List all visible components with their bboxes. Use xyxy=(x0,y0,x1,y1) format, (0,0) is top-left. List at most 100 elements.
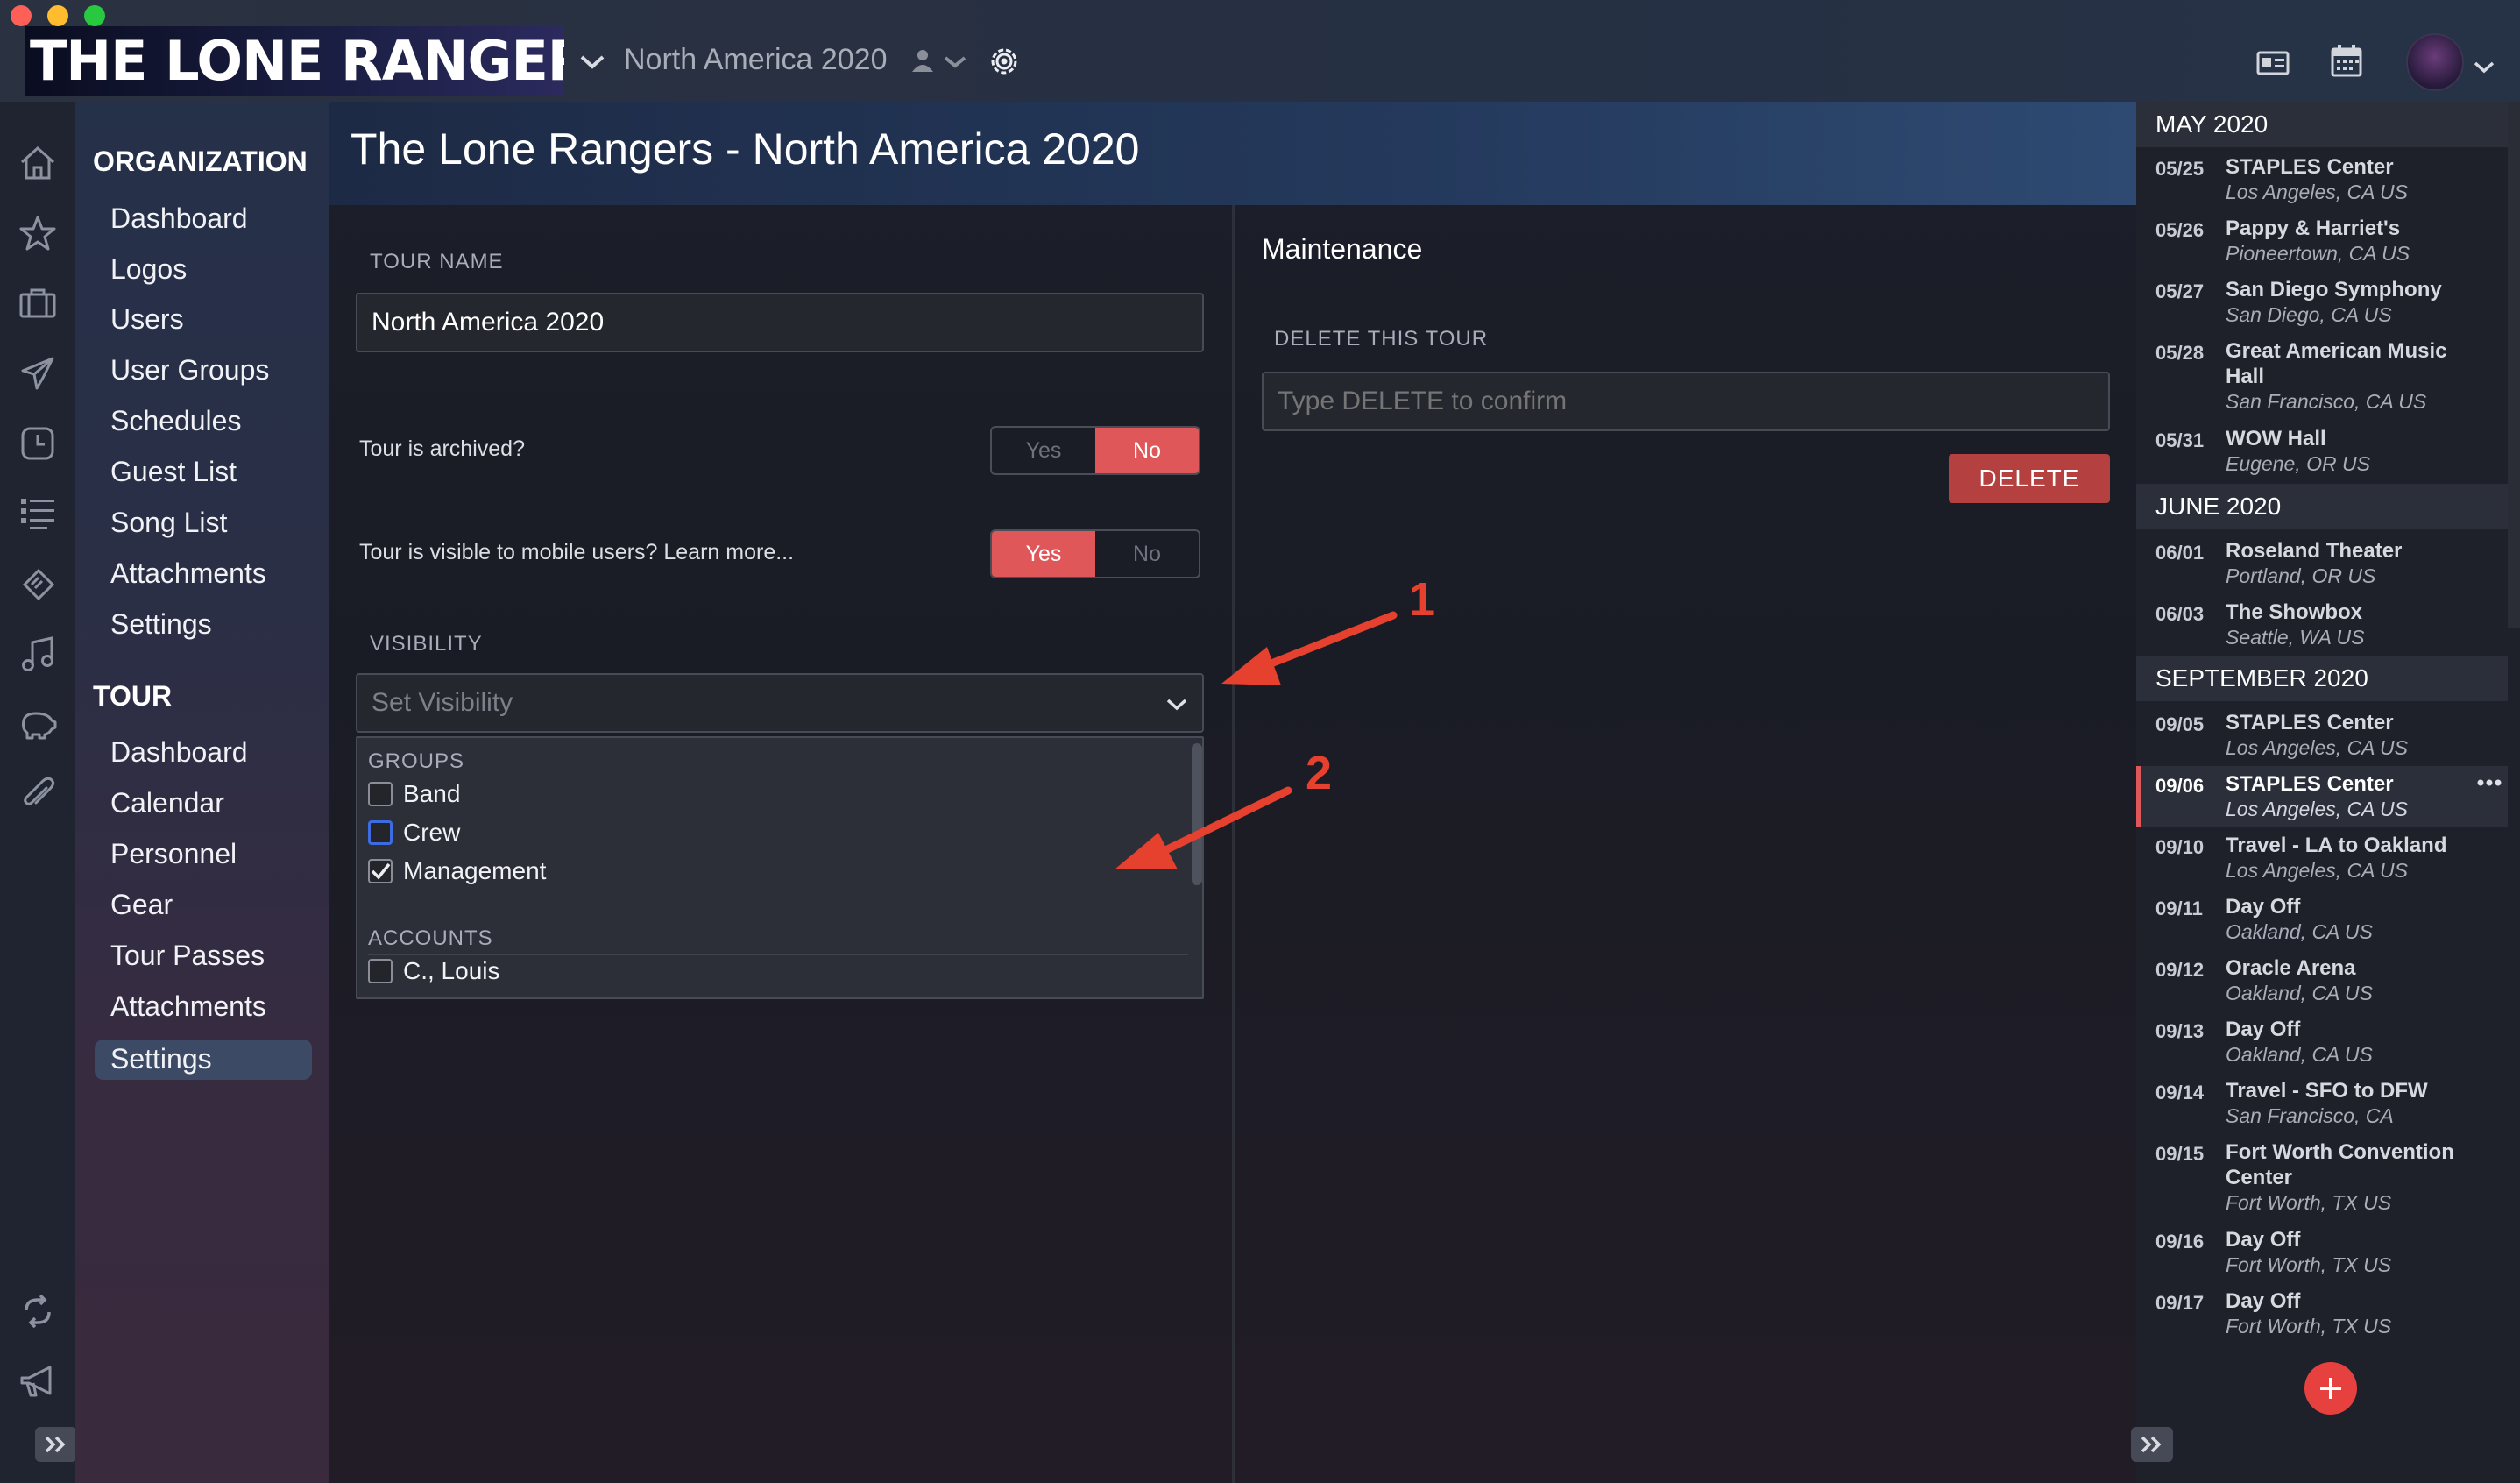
nav-org-settings[interactable]: Settings xyxy=(110,607,212,642)
event-location: Los Angeles, CA US xyxy=(2226,181,2408,203)
schedule-event[interactable]: 05/25 STAPLES Center Los Angeles, CA US xyxy=(2136,154,2508,216)
archived-question: Tour is archived? xyxy=(359,436,525,461)
gear-icon[interactable] xyxy=(985,42,1023,81)
nav-tour-gear[interactable]: Gear xyxy=(110,887,173,922)
schedule-event[interactable]: 06/03 The Showbox Seattle, WA US xyxy=(2136,600,2508,661)
archived-no-option[interactable]: No xyxy=(1095,428,1199,473)
schedule-event[interactable]: 09/14 Travel - SFO to DFW San Francisco,… xyxy=(2136,1078,2508,1139)
org-heading: ORGANIZATION xyxy=(93,145,308,177)
annotation-arrow-2 xyxy=(1115,786,1292,869)
sync-icon[interactable] xyxy=(16,1290,60,1332)
piggy-bank-icon[interactable] xyxy=(16,703,60,745)
schedule-event[interactable]: 09/05 STAPLES Center Los Angeles, CA US xyxy=(2136,710,2508,771)
music-icon[interactable] xyxy=(16,633,60,675)
schedule-event[interactable]: 09/12 Oracle Arena Oakland, CA US xyxy=(2136,955,2508,1017)
chevron-down-icon[interactable] xyxy=(939,49,971,75)
maximize-window-button[interactable] xyxy=(84,5,105,26)
more-icon[interactable] xyxy=(2476,778,2502,787)
chevron-down-icon[interactable] xyxy=(575,47,610,77)
schedule-event[interactable]: 09/10 Travel - LA to Oakland Los Angeles… xyxy=(2136,833,2508,894)
tour-selector[interactable]: North America 2020 xyxy=(624,40,888,79)
ticket-icon[interactable] xyxy=(16,563,60,605)
group-option-crew[interactable]: Crew xyxy=(368,819,460,847)
account-option-c-louis[interactable]: C., Louis xyxy=(368,957,500,985)
crew-checkbox[interactable] xyxy=(368,820,393,845)
schedule-event[interactable]: 09/13 Day Off Oakland, CA US xyxy=(2136,1017,2508,1078)
event-location: Los Angeles, CA US xyxy=(2226,736,2408,759)
group-option-management[interactable]: Management xyxy=(368,857,546,885)
learn-more-link[interactable]: Learn more... xyxy=(663,540,794,564)
visible-no-option[interactable]: No xyxy=(1095,531,1199,577)
c-louis-checkbox[interactable] xyxy=(368,959,393,983)
nav-tour-settings[interactable]: Settings xyxy=(110,1041,212,1076)
calendar-icon[interactable] xyxy=(2327,40,2366,81)
avatar[interactable] xyxy=(2406,33,2464,91)
schedule-event[interactable]: 05/26 Pappy & Harriet's Pioneertown, CA … xyxy=(2136,216,2508,277)
nav-org-guest-list[interactable]: Guest List xyxy=(110,454,237,489)
event-date: 09/10 xyxy=(2155,836,2205,858)
band-checkbox[interactable] xyxy=(368,782,393,806)
star-icon[interactable] xyxy=(16,212,60,254)
nav-org-user-groups[interactable]: User Groups xyxy=(110,352,269,387)
schedule-event[interactable]: 09/16 Day Off Fort Worth, TX US xyxy=(2136,1227,2508,1288)
minimize-window-button[interactable] xyxy=(47,5,68,26)
schedule-event[interactable]: 09/15 Fort Worth Convention Center Fort … xyxy=(2136,1139,2508,1227)
delete-button[interactable]: DELETE xyxy=(1949,454,2110,503)
event-location: Eugene, OR US xyxy=(2226,452,2370,475)
visible-yes-option[interactable]: Yes xyxy=(992,531,1095,577)
nav-tour-attachments[interactable]: Attachments xyxy=(110,989,266,1024)
nav-tour-dashboard[interactable]: Dashboard xyxy=(110,734,248,770)
schedule-event[interactable]: 05/28 Great American Music Hall San Fran… xyxy=(2136,338,2508,426)
event-name: Day Off xyxy=(2226,1018,2301,1041)
expand-icon[interactable] xyxy=(35,1427,77,1462)
tour-name-input[interactable]: North America 2020 xyxy=(356,293,1204,352)
expand-icon[interactable] xyxy=(2131,1427,2173,1462)
tour-heading: TOUR xyxy=(93,680,173,712)
schedule-event[interactable]: 09/11 Day Off Oakland, CA US xyxy=(2136,894,2508,955)
chevron-down-icon[interactable] xyxy=(2469,56,2499,79)
nav-tour-personnel[interactable]: Personnel xyxy=(110,836,237,871)
event-name: Fort Worth Convention Center xyxy=(2226,1140,2454,1189)
event-name: Oracle Arena xyxy=(2226,956,2356,980)
schedule-event[interactable]: 05/27 San Diego Symphony San Diego, CA U… xyxy=(2136,277,2508,338)
nav-tour-tour-passes[interactable]: Tour Passes xyxy=(110,938,265,973)
event-name: Travel - SFO to DFW xyxy=(2226,1079,2428,1103)
schedule-event[interactable]: 05/31 WOW Hall Eugene, OR US xyxy=(2136,426,2508,489)
band-logo[interactable]: THE LONE RANGERS xyxy=(25,26,564,96)
add-icon[interactable] xyxy=(2304,1362,2357,1415)
schedule-scrollbar[interactable] xyxy=(2508,102,2520,628)
accounts-heading: ACCOUNTS xyxy=(368,926,493,950)
user-icon[interactable] xyxy=(908,46,938,75)
contact-card-icon[interactable] xyxy=(2254,46,2292,81)
page-header: The Lone Rangers - North America 2020 xyxy=(329,102,2136,205)
nav-org-song-list[interactable]: Song List xyxy=(110,505,227,540)
group-option-band[interactable]: Band xyxy=(368,780,460,808)
clock-icon[interactable] xyxy=(16,422,60,465)
paperclip-icon[interactable] xyxy=(16,773,60,815)
plane-icon[interactable] xyxy=(16,352,60,394)
nav-org-dashboard[interactable]: Dashboard xyxy=(110,201,248,236)
nav-org-logos[interactable]: Logos xyxy=(110,252,187,287)
close-window-button[interactable] xyxy=(11,5,32,26)
nav-org-schedules[interactable]: Schedules xyxy=(110,403,241,438)
list-icon[interactable] xyxy=(16,493,60,535)
nav-org-attachments[interactable]: Attachments xyxy=(110,556,266,591)
nav-tour-calendar[interactable]: Calendar xyxy=(110,785,224,820)
management-checkbox[interactable] xyxy=(368,859,393,883)
megaphone-icon[interactable] xyxy=(16,1360,60,1402)
schedule-panel: MAY 2020 05/25 STAPLES Center Los Angele… xyxy=(2131,102,2520,1483)
event-location: Seattle, WA US xyxy=(2226,626,2365,649)
schedule-event[interactable]: 06/01 Roseland Theater Portland, OR US xyxy=(2136,538,2508,600)
event-location: Fort Worth, TX US xyxy=(2226,1315,2392,1338)
annotation-arrow-1 xyxy=(1221,611,1398,685)
schedule-event-selected[interactable]: 09/06 STAPLES Center Los Angeles, CA US xyxy=(2136,766,2508,827)
archived-yes-option[interactable]: Yes xyxy=(992,428,1095,473)
delete-confirm-input[interactable] xyxy=(1262,372,2110,431)
home-icon[interactable] xyxy=(16,142,60,184)
visible-question: Tour is visible to mobile users? Learn m… xyxy=(359,538,794,566)
schedule-event[interactable]: 09/17 Day Off Fort Worth, TX US xyxy=(2136,1288,2508,1350)
nav-org-users[interactable]: Users xyxy=(110,302,184,337)
archived-toggle: Yes No xyxy=(990,426,1200,475)
briefcase-icon[interactable] xyxy=(16,282,60,324)
visibility-select[interactable]: Set Visibility xyxy=(356,673,1204,733)
